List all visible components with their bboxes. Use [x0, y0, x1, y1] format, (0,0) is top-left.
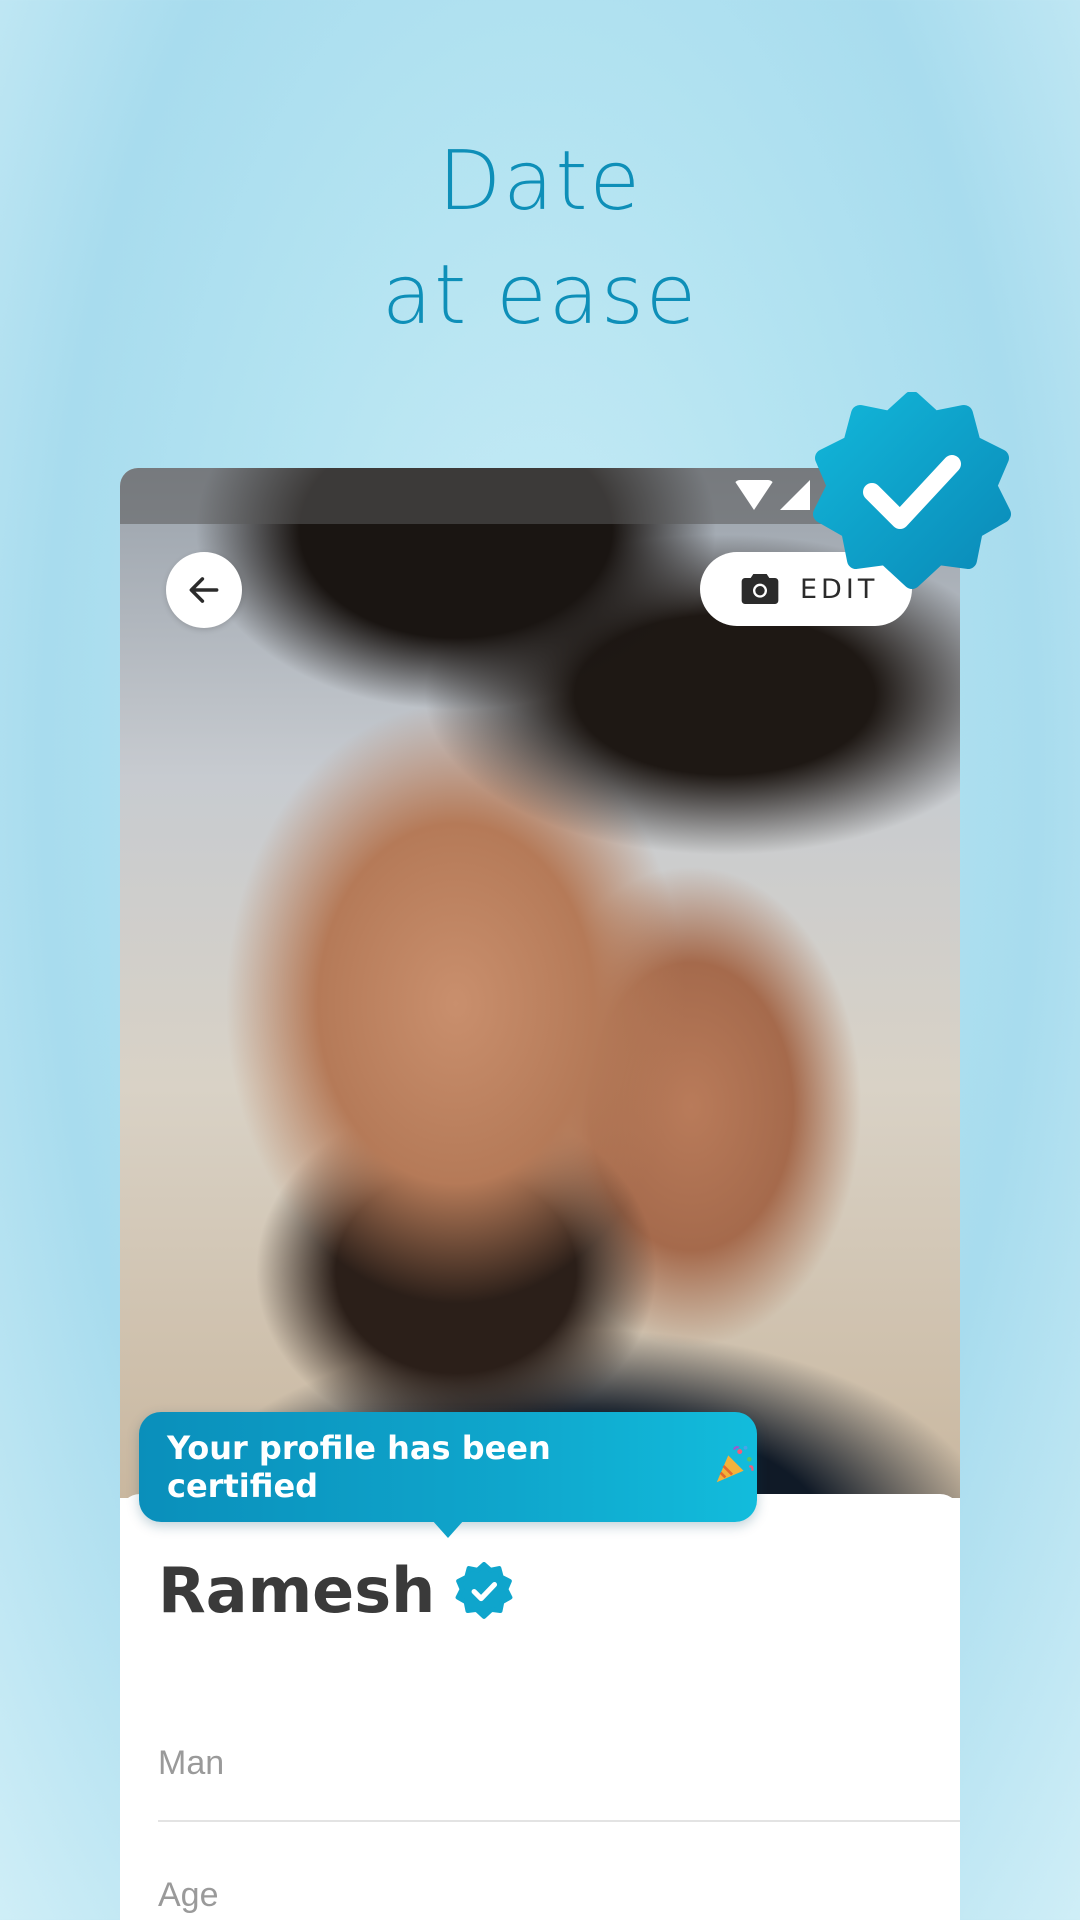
phone-screen: EDIT Ramesh Man Age: [120, 468, 960, 1920]
headline-line-2: at ease: [381, 248, 699, 343]
gender-field-label[interactable]: Man: [158, 1744, 224, 1783]
party-popper-icon: [711, 1442, 757, 1493]
camera-icon: [741, 574, 779, 604]
headline-line-1: Date: [438, 134, 642, 229]
age-field-label[interactable]: Age: [158, 1876, 219, 1915]
profile-details-sheet: Ramesh Man Age: [120, 1494, 960, 1920]
arrow-left-icon: [189, 577, 219, 603]
name-row: Ramesh: [158, 1554, 513, 1627]
certified-tooltip: Your profile has been certified: [139, 1412, 757, 1522]
back-button[interactable]: [166, 552, 242, 628]
status-icons: [734, 480, 810, 510]
tooltip-pointer: [432, 1520, 464, 1538]
verified-badge-icon: [813, 392, 1011, 589]
headline: Date at ease: [0, 125, 1080, 353]
profile-name: Ramesh: [158, 1554, 436, 1627]
cell-signal-icon: [780, 480, 810, 510]
field-divider: [158, 1820, 960, 1822]
verified-badge-icon: [455, 1561, 513, 1619]
certified-tooltip-text: Your profile has been certified: [167, 1429, 551, 1505]
wifi-icon: [734, 480, 774, 510]
